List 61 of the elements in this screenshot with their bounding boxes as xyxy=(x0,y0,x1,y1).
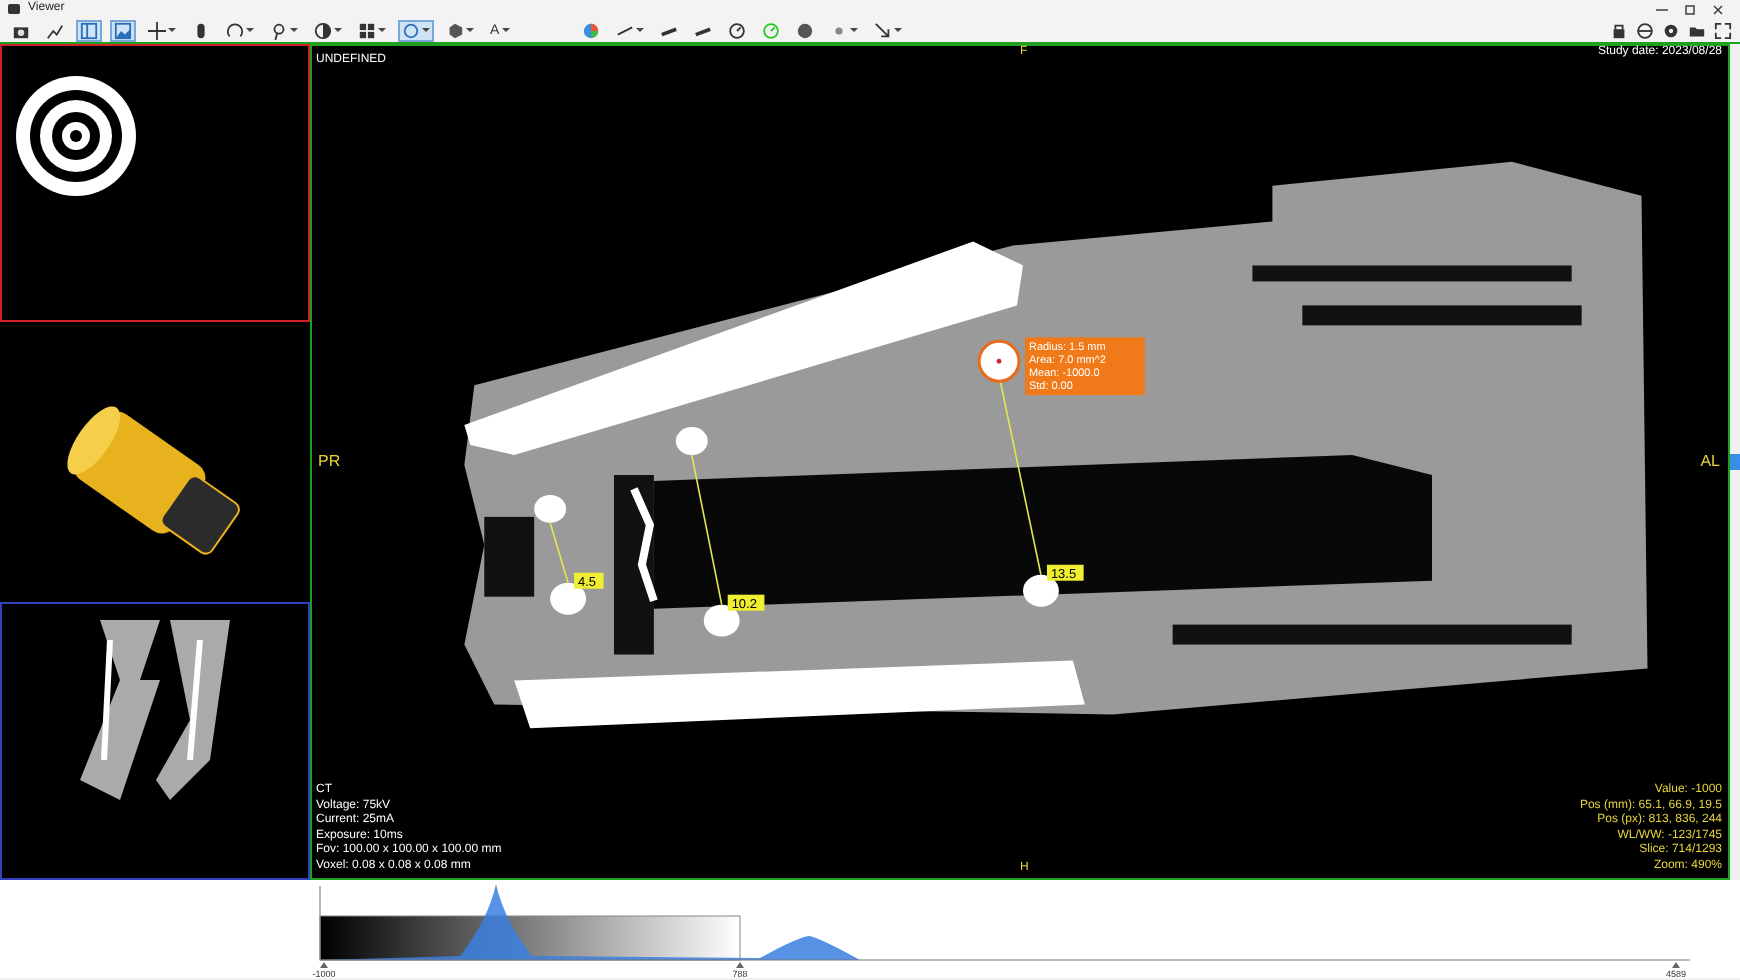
minimize-icon[interactable] xyxy=(1656,3,1668,15)
viewport-panel[interactable] xyxy=(0,44,310,323)
roi-stats-background xyxy=(1025,337,1145,396)
caret-icon xyxy=(466,28,474,32)
chart-button[interactable] xyxy=(42,19,68,41)
line-icon xyxy=(615,21,634,39)
crosshair-button[interactable] xyxy=(144,19,180,41)
image-button[interactable] xyxy=(110,19,136,41)
dial-icon xyxy=(727,21,746,39)
viewport-panel[interactable] xyxy=(0,601,310,880)
circle-tool-icon xyxy=(402,21,420,39)
caret-icon xyxy=(334,28,342,32)
window-layout-icon xyxy=(80,21,98,39)
measurement-line[interactable] xyxy=(691,454,723,606)
viewport-panel[interactable] xyxy=(0,322,310,602)
scrollbar-thumb[interactable] xyxy=(1730,454,1740,470)
image-icon xyxy=(114,21,132,39)
caret-icon xyxy=(635,28,644,32)
caret-icon xyxy=(501,28,510,32)
arrow-button[interactable] xyxy=(869,19,906,41)
probe-icon xyxy=(270,21,288,39)
dot-icon xyxy=(829,21,848,39)
color-wheel-icon xyxy=(581,21,600,39)
window-layout-button[interactable] xyxy=(76,19,102,41)
orientation-label: PR xyxy=(318,453,341,469)
caret-icon xyxy=(290,28,298,32)
rotate-icon xyxy=(226,21,244,39)
crosshair-icon xyxy=(148,21,166,39)
orientation-label: AL xyxy=(1700,453,1720,469)
lock-icon[interactable] xyxy=(1610,21,1628,39)
grid-button[interactable] xyxy=(354,19,390,41)
settings-icon[interactable] xyxy=(1662,21,1680,39)
caret-icon xyxy=(849,28,858,32)
restore-icon[interactable] xyxy=(1684,3,1696,15)
marker-dot xyxy=(675,427,708,455)
app-icon xyxy=(8,4,20,14)
caret-icon xyxy=(378,28,386,32)
rotate-button[interactable] xyxy=(222,19,258,41)
camera-icon xyxy=(12,21,30,39)
marker-dot xyxy=(550,582,587,615)
sphere-icon xyxy=(795,21,814,39)
roi-circle[interactable] xyxy=(977,339,1021,383)
expand-icon[interactable] xyxy=(1714,21,1732,39)
dial-button[interactable] xyxy=(723,19,750,41)
contrast-button[interactable] xyxy=(310,19,346,41)
caret-icon xyxy=(893,28,902,32)
contrast-icon xyxy=(314,21,332,39)
grid-icon xyxy=(358,21,376,39)
close-icon[interactable] xyxy=(1712,3,1724,15)
hand-icon xyxy=(192,21,210,39)
caret-icon xyxy=(168,28,176,32)
ring-cross-section-drawing xyxy=(16,76,136,196)
caret-icon xyxy=(246,28,254,32)
caret-icon xyxy=(422,28,430,32)
marker-dot xyxy=(534,494,567,523)
circle-tool-button[interactable] xyxy=(398,19,434,41)
dial-icon xyxy=(761,21,780,39)
chart-icon xyxy=(46,21,64,39)
tick-marker-icon[interactable] xyxy=(1672,962,1680,968)
arrow-icon xyxy=(873,21,892,39)
roi-center-dot xyxy=(996,358,1002,364)
